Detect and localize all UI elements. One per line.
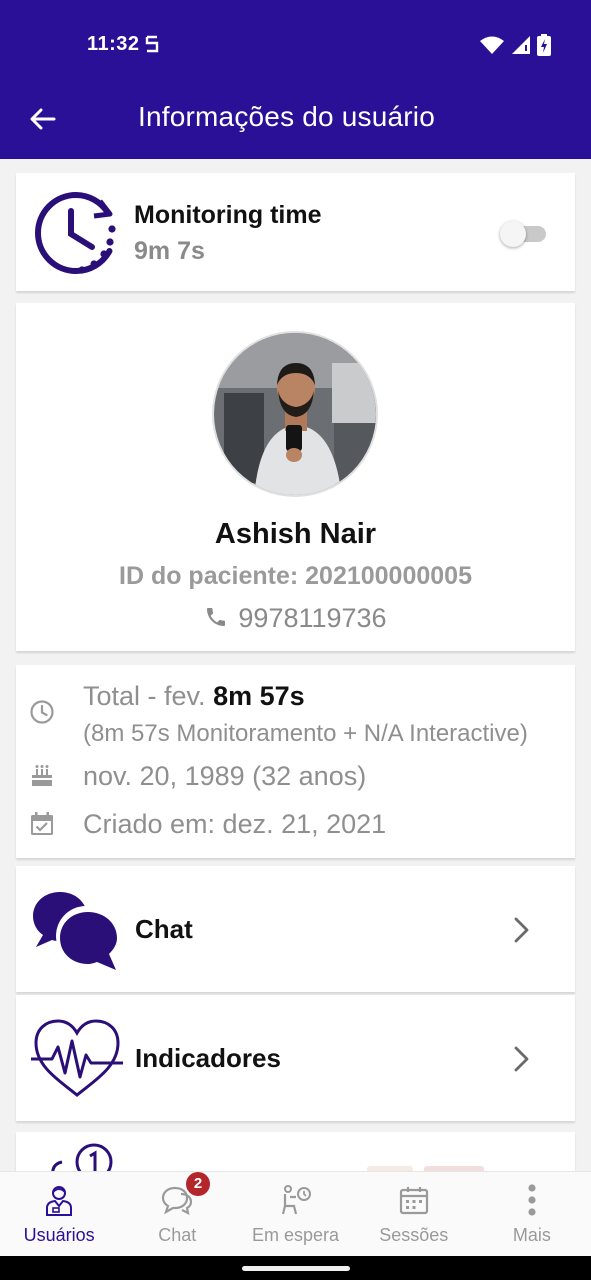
calendar-check-icon [31, 812, 53, 835]
phone-icon [207, 608, 226, 626]
calendar-icon [399, 1187, 428, 1215]
page-title: Informações do usuário [138, 101, 436, 132]
more-vertical-icon [528, 1184, 536, 1216]
info-card: Total - fev. 8m 57s (8m 57s Monitorament… [16, 665, 575, 858]
indicadores-card-label: Indicadores [135, 1043, 281, 1073]
status-time: 11:32 [87, 33, 140, 55]
profile-card: Ashish Nair ID do paciente: 202100000005… [16, 303, 575, 651]
phone-row[interactable]: 9978119736 [16, 603, 575, 634]
nav-sessoes-label: Sessões [379, 1225, 449, 1245]
system-navigation-bar [0, 1256, 591, 1280]
indicadores-card[interactable]: Indicadores [16, 995, 575, 1121]
sync-status-icon [145, 35, 159, 53]
app-bar: Informações do usuário [0, 84, 591, 159]
nav-mais-label: Mais [512, 1225, 551, 1245]
total-time-row: Total - fev. 8m 57s (8m 57s Monitorament… [16, 679, 575, 759]
patient-id: ID do paciente: 202100000005 [119, 562, 472, 590]
total-time-text: Total - fev. 8m 57s [83, 681, 305, 712]
nav-em-espera-label: Em espera [251, 1225, 340, 1245]
user-icon [46, 1186, 73, 1216]
created-row: Criado em: dez. 21, 2021 [16, 809, 575, 845]
total-value: 8m 57s [213, 681, 305, 711]
toggle-knob [500, 221, 526, 247]
phone-number: 9978119736 [238, 603, 387, 633]
created-text: Criado em: dez. 21, 2021 [83, 809, 387, 839]
monitoring-label: Monitoring time [134, 201, 322, 229]
status-icons [479, 34, 551, 56]
home-handle[interactable] [242, 1266, 350, 1271]
cake-icon [32, 765, 52, 786]
nav-usuarios-label: Usuários [23, 1225, 95, 1245]
nav-usuarios[interactable]: Usuários [0, 1172, 118, 1256]
wifi-icon [480, 36, 504, 54]
back-arrow-icon[interactable] [26, 102, 60, 136]
chat-card-label: Chat [135, 914, 193, 944]
chevron-right-icon [514, 1046, 529, 1072]
heart-pulse-icon [31, 1019, 123, 1097]
nav-mais[interactable]: Mais [473, 1172, 591, 1256]
chat-badge: 2 [186, 1172, 210, 1196]
total-prefix: Total - fev. [83, 681, 206, 711]
bottom-navigation: Usuários Chat Em espera Sessões Mais [0, 1171, 591, 1256]
total-detail: (8m 57s Monitoramento + N/A Interactive) [83, 720, 528, 747]
clock-icon [30, 700, 54, 724]
monitoring-toggle[interactable] [500, 221, 550, 247]
nav-sessoes[interactable]: Sessões [355, 1172, 473, 1256]
chevron-right-icon [514, 917, 529, 943]
signal-icon [512, 36, 530, 54]
clock-timer-icon [35, 192, 117, 274]
nav-chat[interactable]: Chat [118, 1172, 236, 1256]
nav-em-espera[interactable]: Em espera [236, 1172, 354, 1256]
battery-icon [537, 34, 551, 56]
waiting-icon [281, 1185, 311, 1215]
nav-chat-label: Chat [158, 1225, 197, 1245]
status-bar: 11:32 [0, 0, 591, 84]
avatar[interactable] [212, 331, 378, 497]
birthdate-text: nov. 20, 1989 (32 anos) [83, 761, 367, 791]
monitoring-value: 9m 7s [134, 237, 205, 265]
profile-name: Ashish Nair [214, 518, 377, 550]
monitoring-card: Monitoring time 9m 7s [16, 173, 575, 291]
chat-bubbles-icon [33, 892, 117, 970]
avatar-photo [214, 333, 376, 495]
birthdate-row: nov. 20, 1989 (32 anos) [16, 761, 575, 797]
chat-card[interactable]: Chat [16, 866, 575, 992]
